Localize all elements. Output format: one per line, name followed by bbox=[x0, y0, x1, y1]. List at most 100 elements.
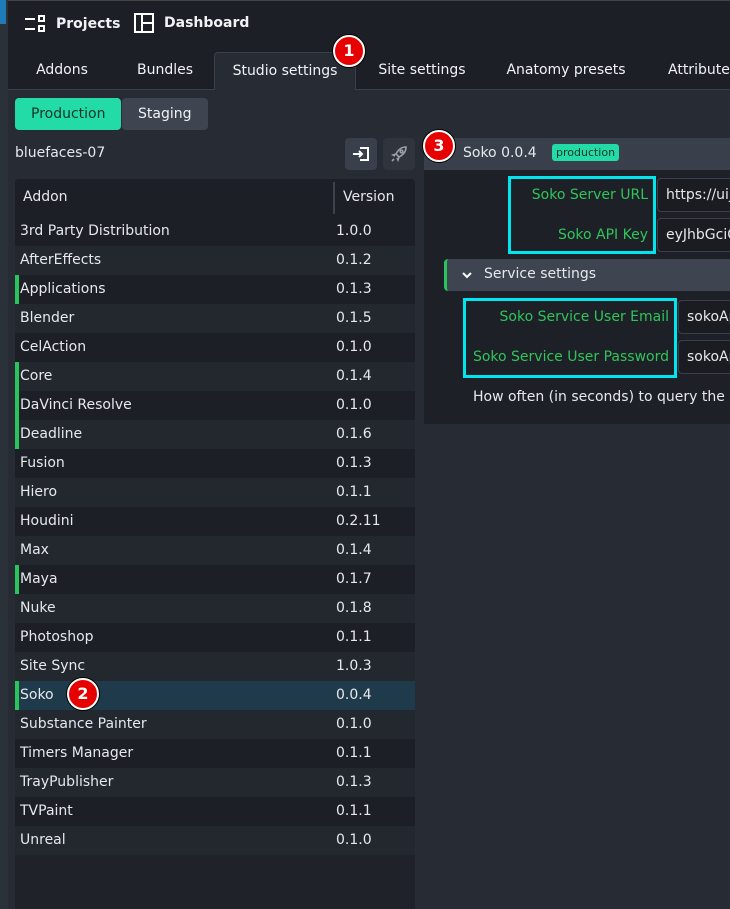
projects-icon bbox=[25, 15, 45, 32]
annotation-marker: 3 bbox=[423, 130, 455, 162]
addon-version: 0.1.4 bbox=[336, 368, 372, 384]
addon-name: Unreal bbox=[20, 832, 66, 848]
override-marker bbox=[15, 275, 19, 304]
section-title: Service settings bbox=[484, 266, 597, 282]
import-button[interactable] bbox=[345, 138, 377, 170]
settings-header: Soko 0.0.4 production bbox=[424, 138, 730, 170]
table-row[interactable]: CelAction 0.1.0 bbox=[15, 333, 415, 362]
dashboard-button[interactable]: Dashboard bbox=[134, 13, 249, 33]
annotation-marker: 2 bbox=[67, 678, 99, 710]
table-body: 3rd Party Distribution 1.0.0 AfterEffects 0… bbox=[15, 217, 415, 855]
addon-version: 0.1.8 bbox=[336, 600, 372, 616]
addon-name: Hiero bbox=[20, 484, 58, 500]
left-edge-strip bbox=[0, 0, 8, 909]
table-row[interactable]: Site Sync 1.0.3 bbox=[15, 652, 415, 681]
table-row[interactable]: Nuke 0.1.8 bbox=[15, 594, 415, 623]
table-row[interactable]: TVPaint 0.1.1 bbox=[15, 797, 415, 826]
dashboard-icon bbox=[134, 13, 154, 33]
highlight-box bbox=[463, 298, 677, 378]
addon-name: Substance Painter bbox=[20, 716, 147, 732]
addon-name: Core bbox=[20, 368, 53, 384]
table-row[interactable]: Timers Manager 0.1.1 bbox=[15, 739, 415, 768]
table-row[interactable]: Core 0.1.4 bbox=[15, 362, 415, 391]
addon-name: Nuke bbox=[20, 600, 56, 616]
addon-version: 0.1.0 bbox=[336, 832, 372, 848]
addon-version: 1.0.3 bbox=[336, 658, 372, 674]
settings-tabs: Addons Bundles Studio settings Site sett… bbox=[8, 52, 730, 91]
tab-anatomy-presets[interactable]: Anatomy presets bbox=[496, 52, 636, 90]
project-name: bluefaces-07 bbox=[15, 145, 106, 161]
production-button[interactable]: Production bbox=[15, 98, 122, 130]
column-resizer[interactable] bbox=[333, 182, 335, 214]
addon-name: Max bbox=[20, 542, 49, 558]
table-row[interactable]: 3rd Party Distribution 1.0.0 bbox=[15, 217, 415, 246]
service-email-input[interactable]: sokoAp bbox=[678, 300, 730, 334]
addon-version: 0.1.0 bbox=[336, 397, 372, 413]
column-header-addon[interactable]: Addon bbox=[23, 189, 68, 205]
projects-label: Projects bbox=[56, 16, 121, 32]
addon-version: 0.1.0 bbox=[336, 716, 372, 732]
addon-version: 0.1.1 bbox=[336, 484, 372, 500]
addon-version: 0.1.3 bbox=[336, 281, 372, 297]
addon-name: DaVinci Resolve bbox=[20, 397, 132, 413]
tab-site-settings[interactable]: Site settings bbox=[366, 52, 478, 90]
addon-version: 0.0.4 bbox=[336, 687, 372, 703]
table-row[interactable]: Unreal 0.1.0 bbox=[15, 826, 415, 855]
table-row[interactable]: Substance Painter 0.1.0 bbox=[15, 710, 415, 739]
column-header-version[interactable]: Version bbox=[343, 189, 394, 205]
addon-name: TVPaint bbox=[20, 803, 73, 819]
table-row[interactable]: DaVinci Resolve 0.1.0 bbox=[15, 391, 415, 420]
addon-version: 0.1.0 bbox=[336, 339, 372, 355]
table-row[interactable]: AfterEffects 0.1.2 bbox=[15, 246, 415, 275]
addon-name: Photoshop bbox=[20, 629, 94, 645]
addon-version: 0.1.5 bbox=[336, 310, 372, 326]
api-key-input[interactable]: eyJhbGciO bbox=[657, 218, 730, 252]
table-row[interactable]: Photoshop 0.1.1 bbox=[15, 623, 415, 652]
addon-version: 0.1.1 bbox=[336, 629, 372, 645]
addon-version: 0.1.2 bbox=[336, 252, 372, 268]
table-row[interactable]: Maya 0.1.7 bbox=[15, 565, 415, 594]
annotation-marker: 1 bbox=[333, 35, 365, 67]
projects-button[interactable]: Projects bbox=[24, 13, 120, 35]
highlight-box bbox=[508, 176, 656, 254]
service-settings-section[interactable]: Service settings bbox=[444, 259, 730, 291]
addon-version: 0.1.4 bbox=[336, 542, 372, 558]
import-icon bbox=[353, 147, 369, 161]
table-row[interactable]: Applications 0.1.3 bbox=[15, 275, 415, 304]
staging-button[interactable]: Staging bbox=[122, 98, 208, 130]
query-interval-label: How often (in seconds) to query the So bbox=[473, 389, 730, 405]
addon-name: CelAction bbox=[20, 339, 87, 355]
rocket-icon bbox=[390, 146, 407, 163]
deploy-button[interactable] bbox=[383, 138, 415, 170]
addon-name: Soko bbox=[20, 687, 54, 703]
table-row[interactable]: Max 0.1.4 bbox=[15, 536, 415, 565]
settings-title: Soko 0.0.4 bbox=[463, 145, 537, 161]
top-bar: Projects Dashboard bbox=[8, 0, 730, 48]
server-url-input[interactable]: https://uijr bbox=[657, 178, 730, 212]
addon-name: 3rd Party Distribution bbox=[20, 223, 170, 239]
addon-version: 1.0.0 bbox=[336, 223, 372, 239]
tab-attributes[interactable]: Attributes bbox=[656, 52, 730, 90]
tab-addons[interactable]: Addons bbox=[18, 52, 106, 90]
table-row[interactable]: Blender 0.1.5 bbox=[15, 304, 415, 333]
addon-version: 0.1.1 bbox=[336, 803, 372, 819]
table-row[interactable]: Fusion 0.1.3 bbox=[15, 449, 415, 478]
addon-table: Addon Version 3rd Party Distribution 1.0.… bbox=[15, 179, 415, 909]
addon-name: Applications bbox=[20, 281, 106, 297]
service-password-input[interactable]: sokoAp bbox=[678, 340, 730, 374]
addon-name: Houdini bbox=[20, 513, 74, 529]
table-row[interactable]: Hiero 0.1.1 bbox=[15, 478, 415, 507]
dashboard-label: Dashboard bbox=[164, 15, 250, 31]
table-row[interactable]: TrayPublisher 0.1.3 bbox=[15, 768, 415, 797]
production-badge: production bbox=[552, 144, 620, 161]
table-row[interactable]: Deadline 0.1.6 bbox=[15, 420, 415, 449]
override-marker bbox=[15, 362, 19, 391]
addon-name: Maya bbox=[20, 571, 58, 587]
tab-bundles[interactable]: Bundles bbox=[116, 52, 214, 90]
addon-name: Deadline bbox=[20, 426, 83, 442]
addon-version: 0.1.7 bbox=[336, 571, 372, 587]
addon-version: 0.2.11 bbox=[336, 513, 381, 529]
addon-version: 0.1.3 bbox=[336, 455, 372, 471]
table-row[interactable]: Houdini 0.2.11 bbox=[15, 507, 415, 536]
addon-name: Site Sync bbox=[20, 658, 86, 674]
